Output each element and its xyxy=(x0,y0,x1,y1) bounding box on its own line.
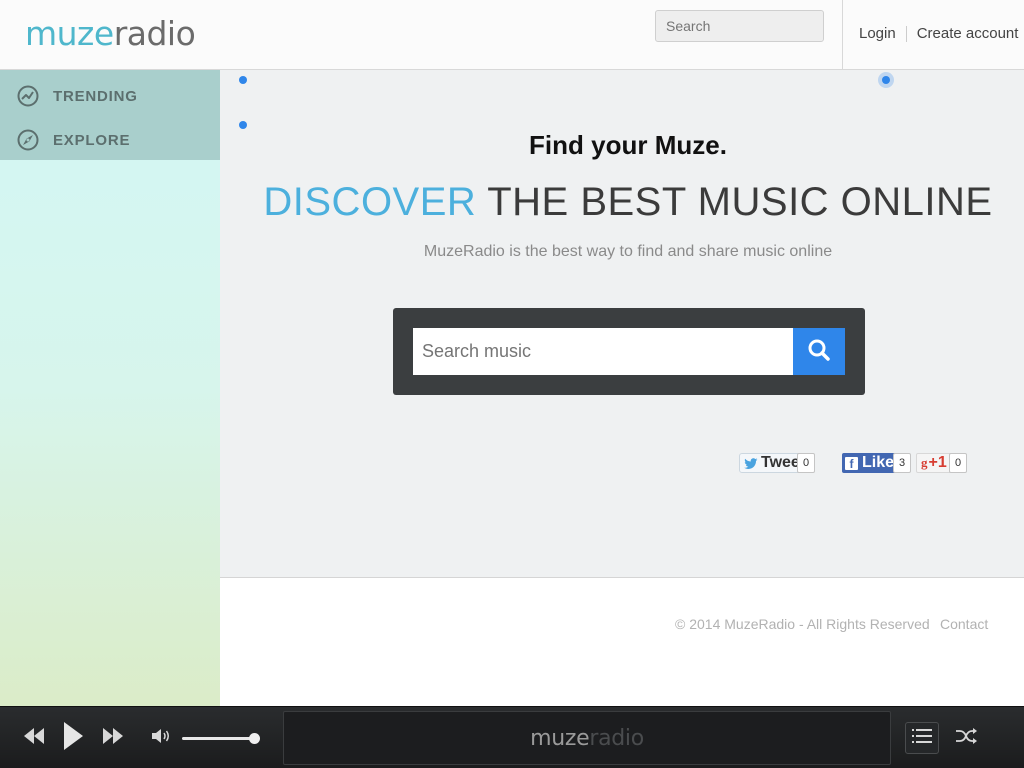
rewind-icon xyxy=(23,727,45,749)
sidebar-item-label: TRENDING xyxy=(53,87,138,105)
shuffle-button[interactable] xyxy=(954,727,978,749)
header-bar: muzeradio Login Create account xyxy=(0,0,1024,70)
link-separator xyxy=(905,25,907,42)
player-logo-radio: radio xyxy=(589,725,644,751)
contact-link[interactable]: Contact xyxy=(940,616,988,632)
headline-rest: THE BEST MUSIC ONLINE xyxy=(476,180,993,224)
login-link[interactable]: Login xyxy=(859,25,896,42)
twitter-icon xyxy=(744,457,758,469)
google-plus-icon: g xyxy=(921,455,928,470)
header-search-input[interactable] xyxy=(655,10,824,42)
volume-handle[interactable] xyxy=(249,733,260,744)
indicator-dot xyxy=(239,76,247,84)
tagline: Find your Muze. xyxy=(529,130,727,160)
create-account-link[interactable]: Create account xyxy=(917,25,1019,42)
gplus-label: +1 xyxy=(928,454,947,471)
facebook-icon: f xyxy=(845,456,858,470)
search-icon xyxy=(807,338,831,365)
player-logo-muze: muze xyxy=(530,725,590,751)
fast-forward-icon xyxy=(102,727,124,749)
music-search-input[interactable] xyxy=(413,328,793,375)
logo[interactable]: muzeradio xyxy=(25,14,196,53)
account-links: Login Create account xyxy=(859,25,1018,42)
logo-radio: radio xyxy=(113,14,196,53)
like-label: Like xyxy=(862,454,895,471)
logo-muze: muze xyxy=(25,14,114,53)
tweet-count: 0 xyxy=(797,453,815,473)
sidebar-item-explore[interactable]: EXPLORE xyxy=(0,118,220,162)
gplus-count: 0 xyxy=(949,453,967,473)
now-playing-display: muzeradio xyxy=(283,711,891,765)
header-divider xyxy=(842,0,843,70)
subtitle: MuzeRadio is the best way to find and sh… xyxy=(423,243,833,260)
volume-button[interactable] xyxy=(150,728,172,749)
music-search-panel xyxy=(393,308,865,395)
compass-icon xyxy=(17,129,39,151)
page-title: DISCOVER THE BEST MUSIC ONLINE xyxy=(220,180,1024,225)
footer: © 2014 MuzeRadio - All Rights Reserved C… xyxy=(220,578,1024,706)
player-logo: muzeradio xyxy=(530,726,644,751)
playlist-button[interactable] xyxy=(905,722,939,754)
previous-button[interactable] xyxy=(22,727,46,749)
play-button[interactable] xyxy=(60,721,86,756)
play-icon xyxy=(62,721,84,756)
facebook-like-button[interactable]: f Like xyxy=(842,453,900,473)
next-button[interactable] xyxy=(101,727,125,749)
player-bar: muzeradio xyxy=(0,706,1024,768)
google-plus-button[interactable]: g +1 xyxy=(916,453,952,473)
copyright-text: © 2014 MuzeRadio - All Rights Reserved xyxy=(675,616,930,632)
trending-icon xyxy=(17,85,39,107)
sidebar-nav: TRENDING EXPLORE xyxy=(0,70,220,160)
like-count: 3 xyxy=(893,453,911,473)
search-button[interactable] xyxy=(793,328,845,375)
shuffle-icon xyxy=(955,727,977,749)
sidebar-item-label: EXPLORE xyxy=(53,131,131,149)
volume-icon xyxy=(151,728,171,749)
sidebar: TRENDING EXPLORE xyxy=(0,70,220,706)
indicator-dot xyxy=(239,121,247,129)
volume-slider[interactable] xyxy=(182,733,260,744)
sidebar-item-trending[interactable]: TRENDING xyxy=(0,74,220,118)
indicator-dot xyxy=(882,76,890,84)
main-content: Find your Muze. DISCOVER THE BEST MUSIC … xyxy=(220,70,1024,578)
headline-accent: DISCOVER xyxy=(263,180,477,224)
list-icon xyxy=(912,728,932,749)
